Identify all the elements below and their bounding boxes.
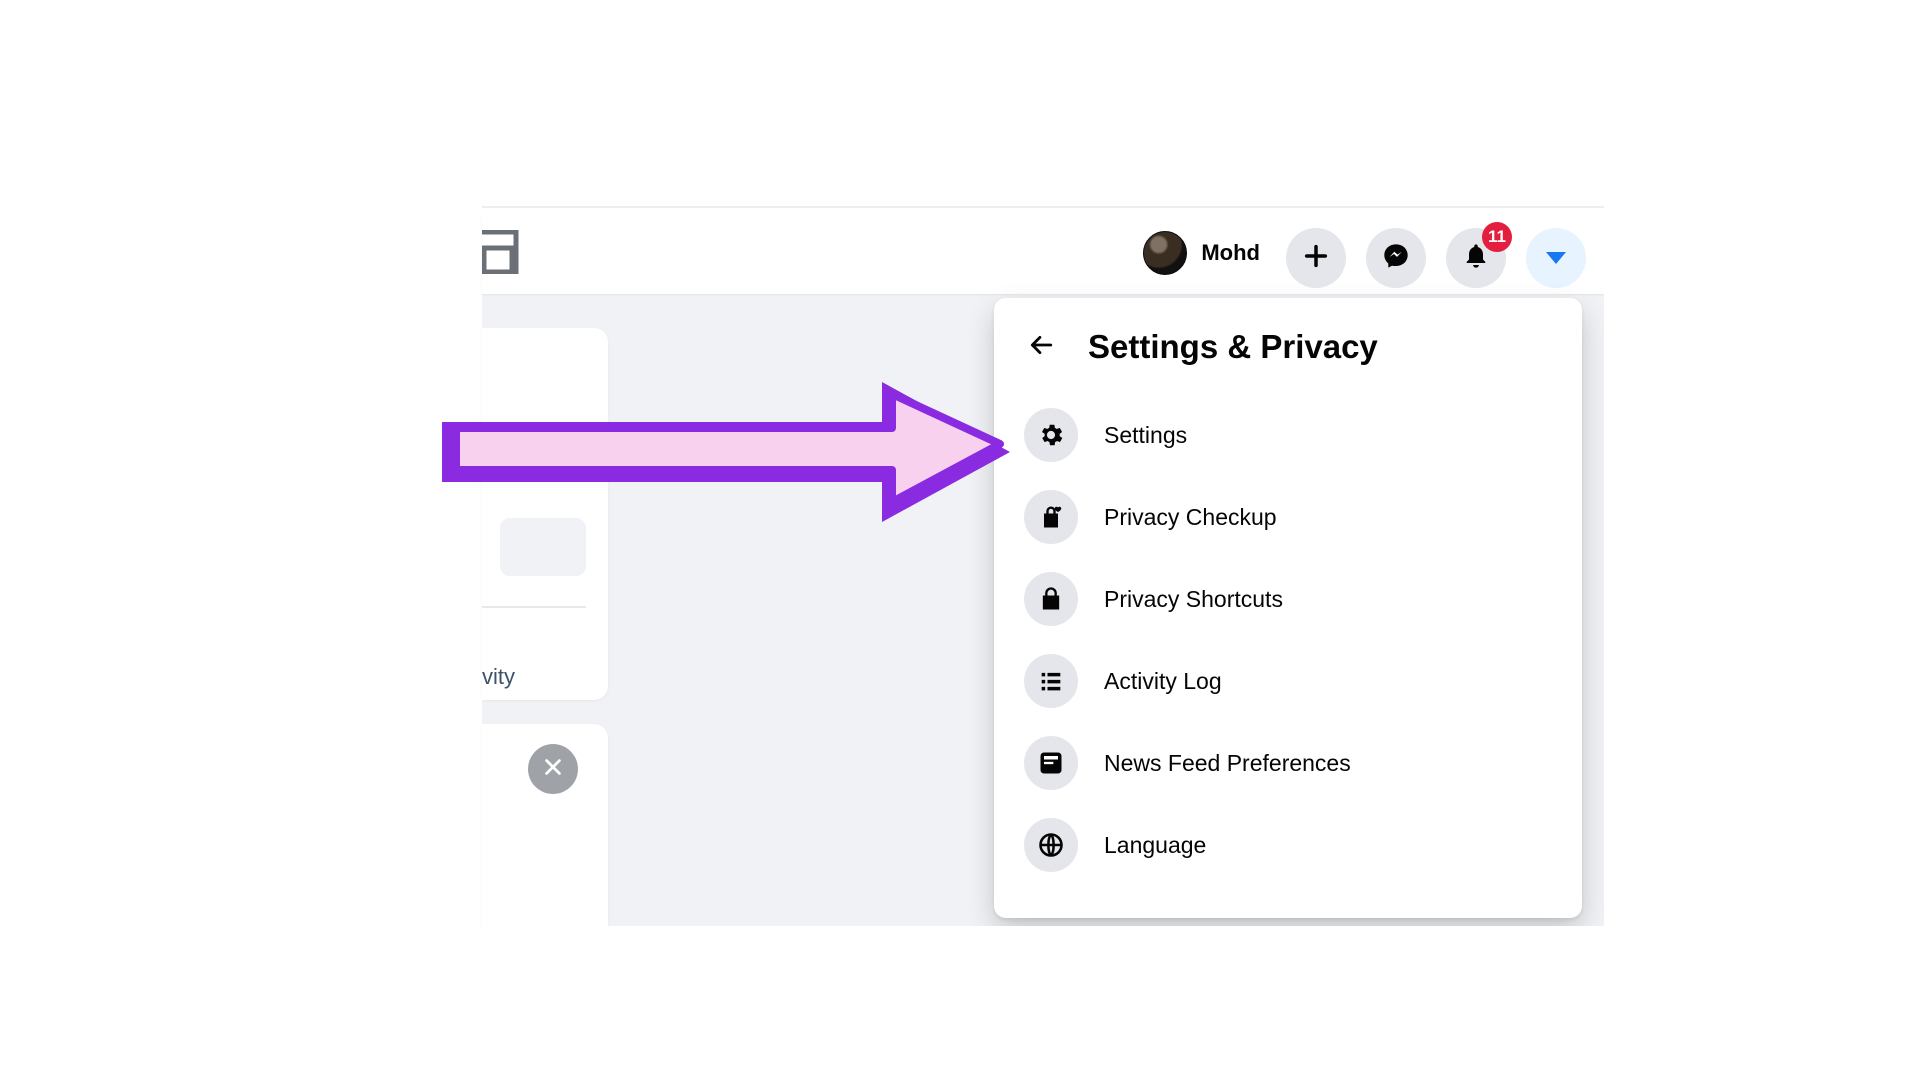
messenger-button[interactable] — [1366, 228, 1426, 288]
account-menu-button[interactable] — [1526, 228, 1586, 288]
header-bar: Mohd 11 — [482, 212, 1604, 294]
avatar — [1143, 231, 1187, 275]
menu-item-activity-log[interactable]: Activity Log — [1016, 640, 1560, 722]
profile-name: Mohd — [1201, 240, 1260, 266]
settings-privacy-dropdown: Settings & Privacy Settings Privacy Chec… — [994, 298, 1582, 918]
close-icon — [542, 756, 564, 783]
top-divider — [482, 206, 1604, 208]
menu-item-settings[interactable]: Settings — [1016, 394, 1560, 476]
side-text-fragment: vity — [482, 664, 515, 690]
dropdown-header: Settings & Privacy — [1016, 316, 1560, 394]
arrow-left-icon — [1028, 332, 1054, 363]
list-icon — [1024, 654, 1078, 708]
close-button[interactable] — [528, 744, 578, 794]
menu-item-language[interactable]: Language — [1016, 804, 1560, 886]
side-card-divider — [482, 606, 586, 608]
header-icon-row: 11 — [1286, 228, 1586, 288]
menu-item-privacy-checkup[interactable]: Privacy Checkup — [1016, 476, 1560, 558]
app-logo-cropped — [482, 230, 522, 274]
side-card-pill — [500, 518, 586, 576]
caret-down-icon — [1546, 252, 1566, 264]
menu-item-label: Privacy Shortcuts — [1104, 586, 1283, 613]
notification-badge: 11 — [1482, 222, 1512, 252]
side-card: vity — [482, 328, 608, 700]
menu-item-label: Activity Log — [1104, 668, 1222, 695]
create-button[interactable] — [1286, 228, 1346, 288]
menu-item-label: Settings — [1104, 422, 1187, 449]
messenger-icon — [1382, 242, 1410, 275]
menu-item-label: Privacy Checkup — [1104, 504, 1277, 531]
dropdown-title: Settings & Privacy — [1088, 328, 1378, 366]
menu-item-label: Language — [1104, 832, 1206, 859]
screenshot-stage: vity Mohd — [316, 154, 1604, 926]
globe-icon — [1024, 818, 1078, 872]
menu-item-news-feed-preferences[interactable]: News Feed Preferences — [1016, 722, 1560, 804]
menu-item-privacy-shortcuts[interactable]: Privacy Shortcuts — [1016, 558, 1560, 640]
lock-heart-icon — [1024, 490, 1078, 544]
plus-icon — [1302, 242, 1330, 275]
feed-icon — [1024, 736, 1078, 790]
notifications-button[interactable]: 11 — [1446, 228, 1506, 288]
gear-icon — [1024, 408, 1078, 462]
menu-item-label: News Feed Preferences — [1104, 750, 1351, 777]
profile-chip[interactable]: Mohd — [1137, 227, 1278, 279]
back-button[interactable] — [1020, 326, 1062, 368]
lock-icon — [1024, 572, 1078, 626]
